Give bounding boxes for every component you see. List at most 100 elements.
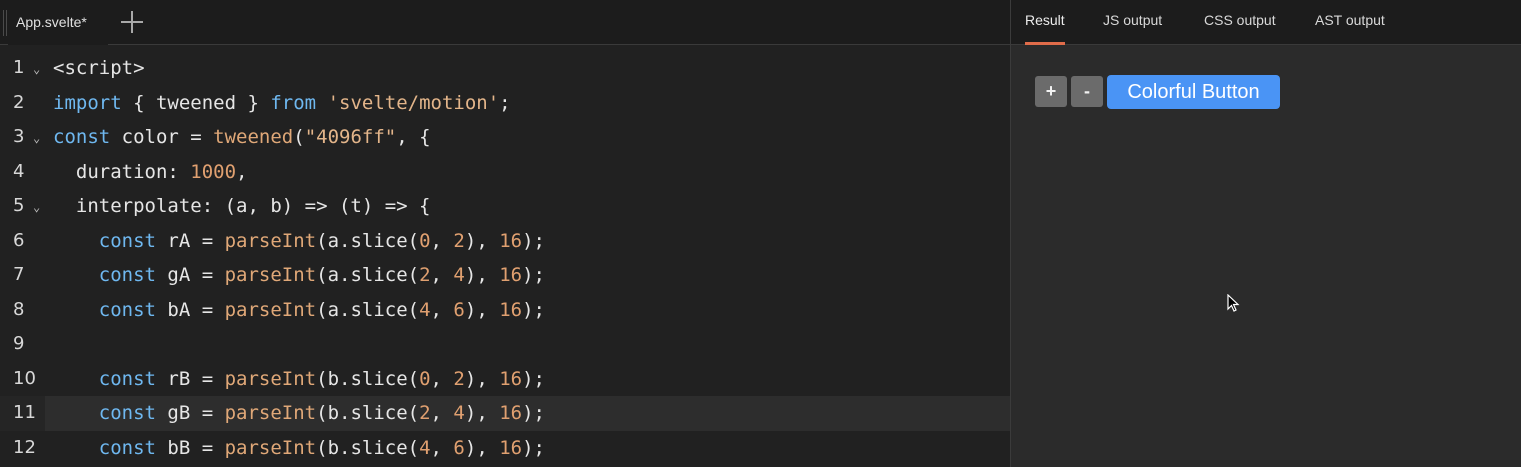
- fold-chevron-icon[interactable]: ⌄: [33, 52, 40, 87]
- code-token: <script>: [53, 57, 145, 79]
- code-line[interactable]: 11 const gB = parseInt(b.slice(2, 4), 16…: [0, 396, 1010, 431]
- line-number: 11: [13, 402, 36, 423]
- code-token: from: [270, 91, 317, 114]
- line-text: const bA = parseInt(a.slice(4, 6), 16);: [53, 293, 545, 328]
- code-token: 16: [499, 436, 523, 459]
- line-number: 4: [13, 160, 25, 182]
- code-token: );: [522, 264, 545, 286]
- code-token: const: [98, 298, 156, 321]
- code-token: 'svelte/motion': [327, 91, 500, 114]
- line-number: 3: [13, 126, 25, 147]
- line-number: 6: [13, 229, 25, 251]
- code-line[interactable]: 12 const bB = parseInt(b.slice(4, 6), 16…: [0, 431, 1010, 466]
- output-pane: Result JS output CSS output AST output +…: [1011, 0, 1521, 467]
- drag-handle-icon[interactable]: [3, 10, 7, 36]
- code-token: 2: [453, 229, 465, 252]
- code-token: );: [522, 436, 545, 459]
- code-token: interpolate: (a, b) => (t) => {: [53, 195, 431, 217]
- line-number: 10: [13, 367, 36, 389]
- file-tabbar: App.svelte*: [0, 0, 1010, 45]
- code-token: 2: [419, 402, 431, 424]
- code-token: const: [98, 436, 156, 459]
- code-token: 2: [453, 367, 465, 390]
- code-token: ,: [430, 298, 454, 321]
- code-token: );: [522, 402, 545, 424]
- tab-js-output[interactable]: JS output: [1103, 0, 1162, 45]
- code-token: color =: [110, 126, 214, 148]
- line-text: duration: 1000,: [53, 155, 248, 190]
- colorful-button[interactable]: Colorful Button: [1107, 75, 1280, 109]
- line-text: const gA = parseInt(a.slice(2, 4), 16);: [53, 258, 545, 293]
- code-token: 16: [499, 264, 523, 286]
- file-tab-app-svelte[interactable]: App.svelte*: [8, 0, 108, 45]
- decrement-button[interactable]: -: [1071, 76, 1103, 107]
- tab-ast-output[interactable]: AST output: [1315, 0, 1385, 45]
- mouse-cursor-icon: [1227, 294, 1240, 312]
- code-line[interactable]: 10 const rB = parseInt(b.slice(0, 2), 16…: [0, 362, 1010, 397]
- tab-result[interactable]: Result: [1025, 0, 1065, 45]
- code-token: );: [522, 367, 545, 390]
- code-token: (a.slice(: [316, 229, 420, 252]
- code-token: const: [98, 402, 156, 424]
- editor-pane: App.svelte* 1 ⌄ <script> 2 import { tweened …: [0, 0, 1010, 467]
- increment-button[interactable]: +: [1035, 76, 1067, 107]
- code-token: parseInt: [224, 367, 317, 390]
- code-line[interactable]: 2 import { tweened } from 'svelte/motion'…: [0, 86, 1010, 121]
- code-token: ,: [430, 402, 454, 424]
- code-token: ,: [430, 367, 454, 390]
- code-token: 6: [453, 436, 465, 459]
- line-number: 8: [13, 298, 25, 320]
- code-editor[interactable]: 1 ⌄ <script> 2 import { tweened } from 'svel…: [0, 51, 1010, 467]
- code-token: ,: [430, 436, 454, 459]
- code-token: const: [98, 229, 156, 252]
- fold-chevron-icon[interactable]: ⌄: [33, 121, 40, 156]
- code-token: 16: [499, 402, 523, 424]
- fold-chevron-icon[interactable]: ⌄: [33, 190, 40, 225]
- code-line[interactable]: 3 ⌄ const color = tweened("4096ff", {: [0, 120, 1010, 155]
- code-line[interactable]: 7 const gA = parseInt(a.slice(2, 4), 16)…: [0, 258, 1010, 293]
- line-number: 2: [13, 91, 25, 113]
- line-text: const gB = parseInt(b.slice(2, 4), 16);: [53, 396, 545, 431]
- code-token: (: [293, 126, 305, 148]
- line-number: 9: [13, 333, 25, 354]
- code-token: 0: [419, 229, 431, 252]
- code-token: 6: [453, 298, 465, 321]
- code-token: 4: [453, 264, 465, 286]
- line-text: const rA = parseInt(a.slice(0, 2), 16);: [53, 224, 545, 259]
- code-token: , {: [396, 126, 431, 148]
- code-token: (b.slice(: [316, 436, 420, 459]
- code-line[interactable]: 8 const bA = parseInt(a.slice(4, 6), 16)…: [0, 293, 1010, 328]
- add-file-icon[interactable]: [118, 8, 146, 36]
- code-token: const: [53, 126, 111, 148]
- tab-css-output[interactable]: CSS output: [1204, 0, 1276, 45]
- code-line[interactable]: 5 ⌄ interpolate: (a, b) => (t) => {: [0, 189, 1010, 224]
- code-token: 16: [499, 229, 523, 252]
- code-line[interactable]: 1 ⌄ <script>: [0, 51, 1010, 86]
- code-line[interactable]: 4 duration: 1000,: [0, 155, 1010, 190]
- code-token: (a.slice(: [316, 264, 420, 286]
- code-token: parseInt: [224, 402, 317, 424]
- code-token: bB =: [155, 436, 225, 459]
- code-token: 4: [453, 402, 465, 424]
- code-token: ),: [464, 367, 500, 390]
- code-token: rB =: [155, 367, 225, 390]
- code-token: 0: [419, 367, 431, 390]
- code-token: const: [98, 367, 156, 390]
- code-line[interactable]: 9: [0, 327, 1010, 362]
- line-text: <script>: [53, 51, 145, 86]
- code-token: bA =: [155, 298, 225, 321]
- code-line[interactable]: 6 const rA = parseInt(a.slice(0, 2), 16)…: [0, 224, 1010, 259]
- code-token: 16: [499, 367, 523, 390]
- code-token: ,: [430, 229, 454, 252]
- code-token: gB =: [155, 402, 225, 424]
- line-text: interpolate: (a, b) => (t) => {: [53, 189, 431, 224]
- code-token: ),: [464, 229, 500, 252]
- result-preview: + - Colorful Button: [1011, 46, 1521, 467]
- svelte-repl: App.svelte* 1 ⌄ <script> 2 import { tweened …: [0, 0, 1521, 467]
- code-token: gA =: [155, 264, 225, 286]
- code-token: { tweened }: [121, 91, 271, 114]
